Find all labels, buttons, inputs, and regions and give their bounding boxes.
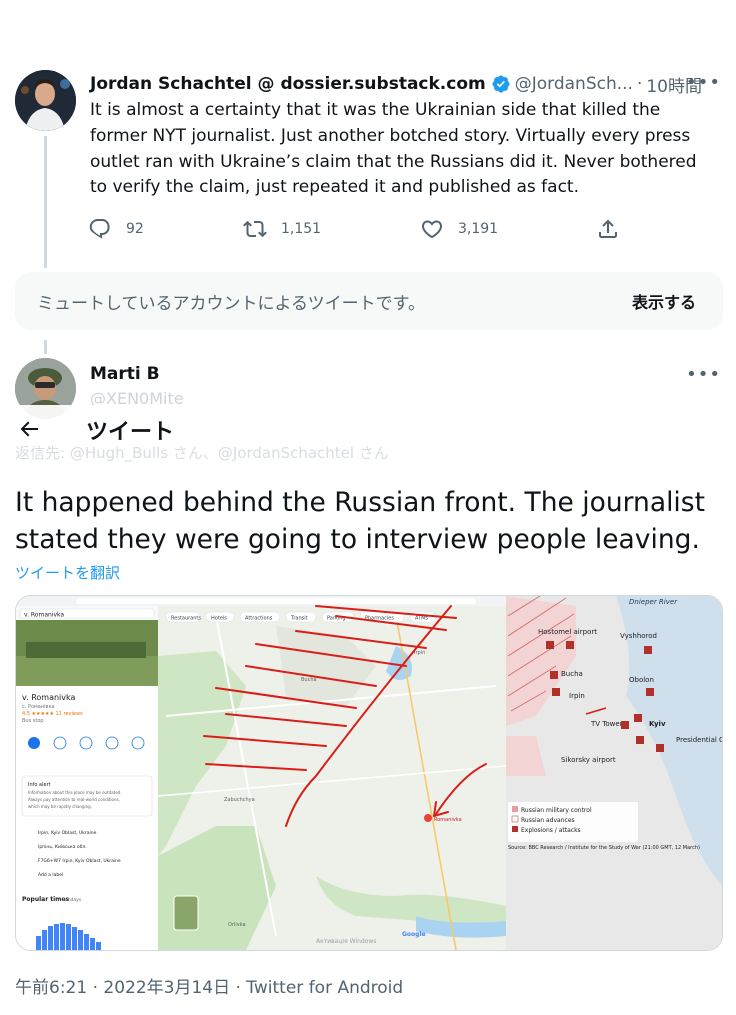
show-button[interactable]: 表示する [632, 289, 696, 313]
more-options-icon[interactable]: ••• [686, 72, 721, 93]
inset-map-label: Presidential O [676, 736, 722, 744]
info-alert-text-3: which may be rapidly changing. [28, 804, 92, 809]
map-label: Bucha [301, 677, 317, 683]
google-logo: Google [402, 931, 426, 938]
avatar[interactable] [15, 70, 76, 131]
separator-dot: · [636, 74, 643, 94]
tweet-actions: 92 1,151 3,191 [88, 217, 628, 245]
map-label: Zabuchchya [224, 797, 255, 803]
page-title: ツイート [86, 420, 175, 445]
info-alert-text: Information about this place may be outd… [28, 790, 121, 795]
inset-map-label: Hostomel airport [538, 628, 597, 636]
info-alert-text-2: Always pay attention to real-world condi… [28, 797, 120, 802]
map-label: Orlivka [228, 922, 246, 928]
legend-item: Russian military control [521, 807, 592, 814]
retweet-button[interactable]: 1,151 [243, 217, 321, 241]
place-category: Bus stop [22, 718, 44, 724]
muted-notice: ミュートしているアカウントによるツイートです。 [37, 293, 425, 314]
author-handle[interactable]: @JordanSch... [515, 74, 633, 94]
back-arrow-icon[interactable] [17, 417, 41, 441]
more-options-icon[interactable]: ••• [686, 364, 721, 385]
share-button[interactable] [596, 217, 620, 241]
legend-item: Russian advances [521, 817, 575, 824]
muted-tweet-banner: ミュートしているアカウントによるツイートです。 表示する [15, 272, 723, 330]
popular-times-day: Sundays [62, 897, 82, 903]
inset-map-title: Dnieper River [629, 598, 678, 606]
like-count: 3,191 [458, 221, 499, 237]
inset-map-label: TV Tower [590, 720, 623, 728]
thread-line [44, 136, 47, 268]
reply-icon [89, 219, 110, 239]
retweet-count: 1,151 [281, 221, 322, 237]
tweet-text: It is almost a certainty that it was the… [90, 100, 697, 198]
map-label: Irpin [414, 650, 425, 656]
reply-button[interactable]: 92 [88, 217, 144, 241]
tweet-text: It happened behind the Russian front. Th… [15, 487, 705, 555]
map-chip[interactable]: Transit [290, 616, 308, 622]
inset-map: Dnieper River Hostomel airport Vyshhorod… [506, 596, 722, 950]
map-area[interactable]: Restaurants Hotels Attractions Transit P… [157, 605, 507, 950]
inset-map-label: Sikorsky airport [561, 756, 616, 764]
map-pin-label: Romanivka [434, 817, 462, 823]
thread-line [44, 340, 47, 354]
author-row: Jordan Schachtel @ dossier.substack.com … [90, 72, 702, 97]
place-subtitle: с. Романівка [22, 704, 55, 710]
inset-map-label: Vyshhorod [620, 632, 657, 640]
map-chip[interactable]: Restaurants [171, 616, 201, 622]
author-name[interactable]: Jordan Schachtel @ dossier.substack.com [90, 74, 486, 94]
place-row: Ірпінь, Київська обл. [38, 844, 87, 850]
windows-watermark: Активація Windows [316, 938, 376, 945]
tweet-timestamp[interactable]: 午前6:21 · 2022年3月14日 · Twitter for Androi… [15, 973, 403, 998]
map-chip[interactable]: Hotels [211, 616, 227, 622]
author-name[interactable]: Marti B [90, 364, 160, 384]
inset-map-label: Bucha [561, 670, 583, 678]
share-icon [599, 219, 617, 238]
map-pin-icon[interactable] [424, 814, 432, 822]
place-name: v. Romanivka [22, 693, 76, 702]
reply-to-label: 返信先: @Hugh_Bulls さん、@JordanSchachtel さん [15, 444, 389, 462]
place-search-text: v. Romanivka [24, 612, 64, 619]
place-row: Add a label [38, 872, 63, 878]
inset-map-source: Source: BBC Research / Institute for the… [508, 845, 700, 851]
retweet-icon [243, 220, 267, 238]
place-row: Irpin, Kyiv Oblast, Ukraine [38, 830, 97, 836]
layers-button[interactable] [173, 895, 199, 931]
place-row: F7G6+W7 Irpin, Kyiv Oblast, Ukraine [38, 858, 121, 864]
inset-map-label: Kyiv [649, 720, 666, 728]
reply-count: 92 [126, 221, 144, 237]
info-alert-title: Info alert [28, 782, 51, 788]
legend-item: Explosions / attacks [521, 827, 581, 834]
inset-map-label: Obolon [629, 676, 654, 684]
like-button[interactable]: 3,191 [420, 217, 498, 241]
inset-map-label: Irpin [569, 692, 585, 700]
map-chip[interactable]: Attractions [245, 616, 273, 622]
tweet-image[interactable]: v. Romanivka v. Romanivka с. Романівка 4… [15, 595, 723, 951]
verified-badge-icon [491, 74, 511, 94]
translate-link[interactable]: ツイートを翻訳 [15, 562, 120, 583]
place-rating: 4.5 ★★★★★ 11 reviews [22, 711, 83, 717]
heart-icon [421, 220, 443, 239]
